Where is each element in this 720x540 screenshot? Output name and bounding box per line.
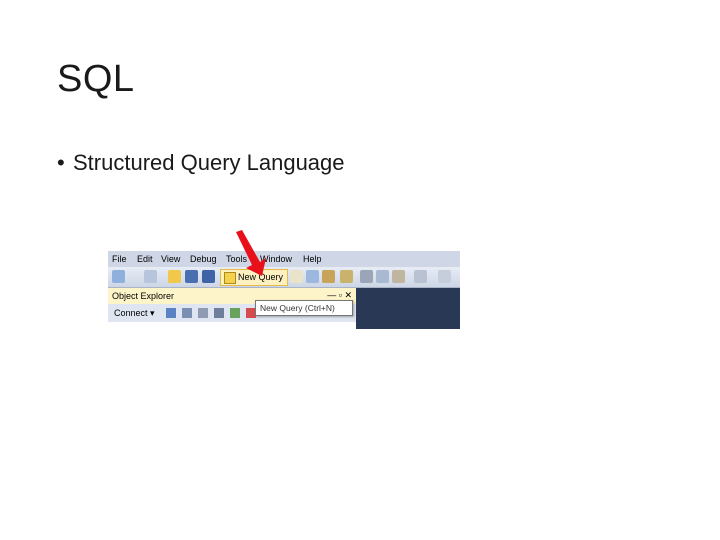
filter-icon[interactable] [214, 308, 224, 318]
stop-icon[interactable] [198, 308, 208, 318]
redo-icon[interactable] [438, 270, 451, 283]
new-project-icon[interactable] [112, 270, 125, 283]
pin-icon[interactable]: — ▫ [327, 290, 342, 300]
undo-icon[interactable] [414, 270, 427, 283]
menu-file[interactable]: File [112, 254, 127, 264]
bullet-text: Structured Query Language [73, 150, 345, 175]
menu-edit[interactable]: Edit [137, 254, 153, 264]
document-area [356, 288, 460, 329]
new-query-tooltip: New Query (Ctrl+N) [255, 300, 353, 316]
menu-debug[interactable]: Debug [190, 254, 217, 264]
database-engine-query-icon[interactable] [290, 270, 303, 283]
open-folder-icon[interactable] [168, 270, 181, 283]
connect-button[interactable]: Connect ▾ [114, 308, 155, 319]
bullet-dot: • [57, 150, 65, 175]
pointer-arrow-icon [236, 230, 266, 276]
refresh-icon[interactable] [230, 308, 240, 318]
copy-icon[interactable] [376, 270, 389, 283]
connect-object-explorer-icon[interactable] [166, 308, 176, 318]
save-icon[interactable] [185, 270, 198, 283]
cut-icon[interactable] [360, 270, 373, 283]
bullet-item: • Structured Query Language [57, 150, 345, 176]
slide-title: SQL [57, 58, 135, 100]
disconnect-icon[interactable] [182, 308, 192, 318]
close-icon[interactable]: ✕ [344, 290, 352, 300]
analysis-query-icon[interactable] [306, 270, 319, 283]
menu-help[interactable]: Help [303, 254, 322, 264]
activity-monitor-icon[interactable] [340, 270, 353, 283]
xmla-query-icon[interactable] [322, 270, 335, 283]
menu-view[interactable]: View [161, 254, 180, 264]
object-explorer-title: Object Explorer [112, 291, 175, 301]
save-all-icon[interactable] [202, 270, 215, 283]
add-item-icon[interactable] [144, 270, 157, 283]
paste-icon[interactable] [392, 270, 405, 283]
